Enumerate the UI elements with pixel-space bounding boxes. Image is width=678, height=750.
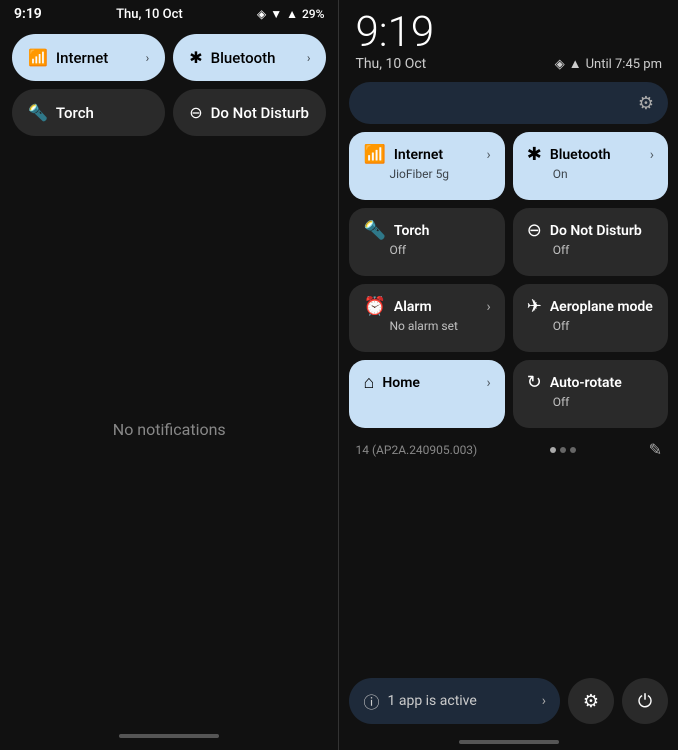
- qs-aeroplane-title: Aeroplane mode: [550, 299, 653, 315]
- left-time: 9:19: [14, 6, 42, 22]
- right-date-row: Thu, 10 Oct ◈ ▲ Until 7:45 pm: [349, 54, 668, 78]
- vpn-icon: ◈: [257, 7, 266, 21]
- settings-button[interactable]: ⚙: [568, 678, 614, 724]
- dot-2: [560, 447, 566, 453]
- gear-icon: ⚙: [583, 691, 599, 712]
- settings-gear-icon[interactable]: ⚙: [638, 93, 654, 114]
- right-panel: 9:19 Thu, 10 Oct ◈ ▲ Until 7:45 pm ⚙ 📶 I…: [339, 0, 678, 750]
- build-row: 14 (AP2A.240905.003) ✎: [349, 436, 668, 467]
- active-app-text: 1 app is active: [388, 693, 534, 709]
- left-tile-torch[interactable]: 🔦 Torch: [12, 89, 165, 136]
- bluetooth-icon: ✱: [189, 48, 202, 67]
- qs-bluetooth-title: Bluetooth: [550, 147, 611, 163]
- right-home-indicator: [349, 734, 668, 750]
- torch-icon: 🔦: [28, 103, 48, 122]
- qs-tile-aeroplane[interactable]: ✈ Aeroplane mode Off: [513, 284, 668, 352]
- right-date: Thu, 10 Oct: [355, 56, 426, 72]
- dots-row: [550, 447, 576, 453]
- left-tile-bluetooth-label: Bluetooth: [211, 49, 299, 67]
- build-text: 14 (AP2A.240905.003): [355, 443, 477, 457]
- wifi-icon: 📶: [28, 48, 48, 67]
- qs-grid: 📶 Internet › JioFiber 5g ✱ Bluetooth › O…: [349, 132, 668, 436]
- signal-icon: ▼: [270, 7, 282, 21]
- left-panel: 9:19 Thu, 10 Oct ◈ ▼ ▲ 29% 📶 Internet › …: [0, 0, 338, 750]
- qs-tile-bluetooth[interactable]: ✱ Bluetooth › On: [513, 132, 668, 200]
- dnd-icon: ⊖: [527, 220, 542, 241]
- qs-tile-torch[interactable]: 🔦 Torch Off: [349, 208, 504, 276]
- home-icon: ⌂: [363, 372, 374, 393]
- qs-aeroplane-sub: Off: [527, 319, 654, 333]
- dnd-icon: ⊖: [189, 103, 202, 122]
- bottom-bar: ⓘ 1 app is active › ⚙ ⏻: [349, 670, 668, 734]
- dot-1: [550, 447, 556, 453]
- left-tile-internet[interactable]: 📶 Internet ›: [12, 34, 165, 81]
- qs-tile-autorotate[interactable]: ↻ Auto-rotate Off: [513, 360, 668, 428]
- qs-tile-internet[interactable]: 📶 Internet › JioFiber 5g: [349, 132, 504, 200]
- home-bar: [119, 734, 219, 738]
- search-bar[interactable]: ⚙: [349, 82, 668, 124]
- qs-alarm-sub: No alarm set: [363, 319, 490, 333]
- left-tile-dnd-label: Do Not Disturb: [211, 104, 311, 122]
- left-status-icons: ◈ ▼ ▲ 29%: [257, 7, 325, 21]
- left-status-bar: 9:19 Thu, 10 Oct ◈ ▼ ▲ 29%: [0, 0, 338, 26]
- until-text: Until 7:45 pm: [586, 57, 662, 72]
- right-time: 9:19: [349, 0, 668, 54]
- rotate-icon: ↻: [527, 372, 542, 393]
- chevron-right-icon: ›: [487, 147, 491, 163]
- qs-torch-title: Torch: [394, 223, 430, 239]
- plane-icon: ✈: [527, 296, 542, 317]
- wifi-icon: ▲: [286, 7, 298, 21]
- qs-dnd-sub: Off: [527, 243, 654, 257]
- bluetooth-icon: ✱: [527, 144, 542, 165]
- left-quick-tiles: 📶 Internet › ✱ Bluetooth › 🔦 Torch ⊖ Do …: [0, 26, 338, 136]
- torch-icon: 🔦: [363, 220, 385, 241]
- power-icon: ⏻: [638, 691, 652, 712]
- active-app-pill[interactable]: ⓘ 1 app is active ›: [349, 678, 560, 724]
- chevron-right-icon: ›: [542, 693, 546, 709]
- left-tile-dnd[interactable]: ⊖ Do Not Disturb: [173, 89, 326, 136]
- wifi-status-icon: ▲: [569, 56, 582, 72]
- qs-internet-sub: JioFiber 5g: [363, 167, 490, 181]
- qs-autorotate-sub: Off: [527, 395, 654, 409]
- edit-icon[interactable]: ✎: [649, 440, 662, 459]
- chevron-right-icon: ›: [146, 51, 150, 65]
- chevron-right-icon: ›: [307, 51, 311, 65]
- chevron-right-icon: ›: [487, 375, 491, 391]
- alarm-icon: ⏰: [363, 296, 385, 317]
- chevron-right-icon: ›: [487, 299, 491, 315]
- wifi-icon: 📶: [363, 144, 385, 165]
- chevron-right-icon: ›: [650, 147, 654, 163]
- left-status-date: Thu, 10 Oct: [116, 7, 183, 22]
- left-home-indicator: [0, 722, 338, 750]
- dot-3: [570, 447, 576, 453]
- qs-torch-sub: Off: [363, 243, 490, 257]
- qs-autorotate-title: Auto-rotate: [550, 375, 622, 391]
- notification-area: No notifications: [0, 136, 338, 722]
- power-button[interactable]: ⏻: [622, 678, 668, 724]
- qs-tile-alarm[interactable]: ⏰ Alarm › No alarm set: [349, 284, 504, 352]
- qs-internet-title: Internet: [394, 147, 443, 163]
- qs-home-title: Home: [382, 375, 420, 391]
- qs-alarm-title: Alarm: [394, 299, 432, 315]
- battery-text: 29%: [302, 7, 324, 21]
- qs-tile-dnd[interactable]: ⊖ Do Not Disturb Off: [513, 208, 668, 276]
- left-tile-torch-label: Torch: [56, 104, 149, 122]
- info-icon: ⓘ: [363, 689, 379, 713]
- no-notifications-text: No notifications: [113, 420, 226, 439]
- qs-dnd-title: Do Not Disturb: [550, 223, 642, 239]
- alarm-until-icon: ◈: [555, 57, 565, 72]
- left-tile-bluetooth[interactable]: ✱ Bluetooth ›: [173, 34, 326, 81]
- qs-bluetooth-sub: On: [527, 167, 654, 181]
- right-until: ◈ ▲ Until 7:45 pm: [555, 56, 662, 72]
- qs-tile-home[interactable]: ⌂ Home ›: [349, 360, 504, 428]
- home-bar: [459, 740, 559, 744]
- left-tile-internet-label: Internet: [56, 49, 138, 67]
